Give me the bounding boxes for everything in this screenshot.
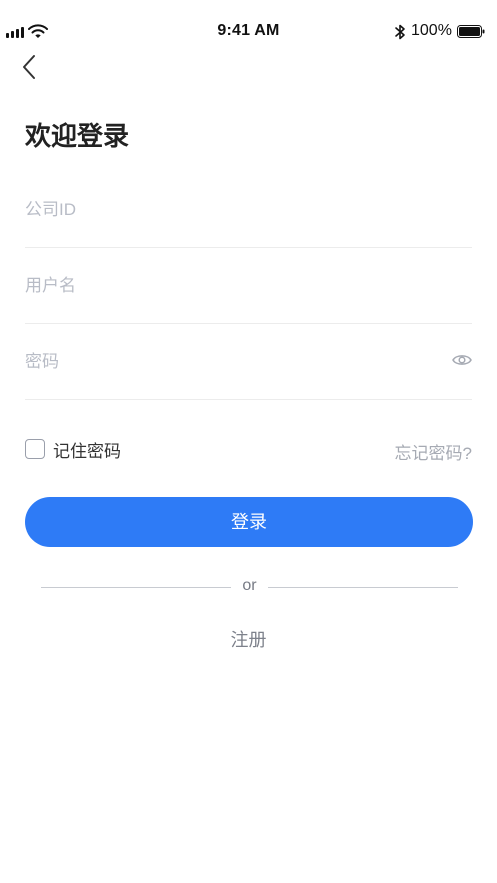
divider-line-right bbox=[268, 587, 458, 588]
register-link[interactable]: 注册 bbox=[0, 626, 497, 652]
divider-line-left bbox=[41, 587, 231, 588]
bluetooth-icon bbox=[395, 24, 405, 40]
company-id-field bbox=[25, 173, 472, 248]
password-input[interactable] bbox=[25, 325, 425, 399]
login-button[interactable]: 登录 bbox=[25, 497, 473, 547]
remember-password-label: 记住密码 bbox=[53, 441, 121, 461]
username-input[interactable] bbox=[25, 249, 425, 323]
divider-or-text: or bbox=[242, 577, 257, 594]
forgot-password-link[interactable]: 忘记密码? bbox=[395, 439, 472, 464]
login-screen: 9:41 AM 100% 欢迎登录 记住密码 忘记密码? 登录 or 注 bbox=[0, 0, 497, 883]
battery-percent: 100% bbox=[411, 22, 452, 39]
password-field bbox=[25, 325, 472, 400]
username-field bbox=[25, 249, 472, 324]
remember-password-checkbox[interactable]: 记住密码 bbox=[25, 437, 121, 461]
status-bar: 9:41 AM 100% bbox=[0, 0, 497, 44]
battery-icon bbox=[457, 25, 485, 38]
back-button[interactable] bbox=[18, 52, 42, 82]
page-title: 欢迎登录 bbox=[25, 121, 130, 151]
eye-icon[interactable] bbox=[452, 352, 472, 368]
checkbox-box[interactable] bbox=[25, 439, 45, 459]
company-id-input[interactable] bbox=[25, 173, 425, 247]
